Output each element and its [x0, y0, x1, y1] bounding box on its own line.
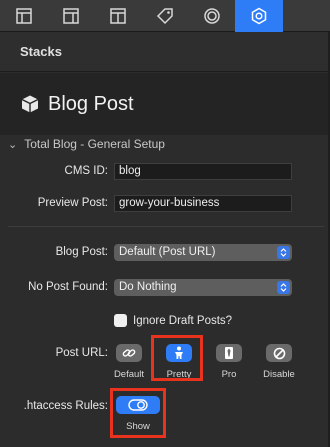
tab-layout-split[interactable]	[94, 0, 141, 32]
layout-columns-icon	[62, 8, 79, 24]
tab-circle[interactable]	[188, 0, 235, 32]
tag-icon	[156, 8, 173, 25]
cube-icon	[21, 95, 39, 113]
post-url-option-pro[interactable]: Pro	[206, 344, 252, 380]
post-url-default-label: Default	[113, 369, 145, 380]
preview-post-label: Preview Post:	[37, 197, 108, 209]
no-post-found-select[interactable]: Do Nothing	[114, 279, 292, 296]
section-title: Total Blog - General Setup	[24, 137, 165, 151]
select-arrows-icon	[277, 281, 290, 294]
blog-post-label: Blog Post:	[55, 246, 108, 258]
section-header[interactable]: ⌄ Total Blog - General Setup	[0, 135, 328, 153]
no-post-found-label: No Post Found:	[28, 281, 108, 293]
post-url-option-disable[interactable]: Disable	[256, 344, 302, 380]
cms-id-label: CMS ID:	[64, 165, 108, 177]
stacks-header: Stacks	[0, 32, 330, 72]
prohibited-icon	[273, 347, 285, 359]
post-url-disable-label: Disable	[263, 369, 295, 380]
post-url-pro-button[interactable]	[216, 344, 242, 362]
cms-id-field[interactable]: blog	[114, 163, 292, 180]
select-arrows-icon	[277, 246, 290, 259]
htaccess-label: .htaccess Rules:	[23, 400, 108, 412]
circle-icon	[203, 8, 220, 24]
link-icon	[122, 349, 136, 357]
tab-tag[interactable]	[141, 0, 188, 32]
preview-post-field[interactable]: grow-your-business	[114, 195, 292, 212]
inspector-tab-bar	[0, 0, 330, 32]
gear-icon	[251, 7, 267, 25]
tab-layout-columns[interactable]	[47, 0, 94, 32]
stacks-header-title: Stacks	[20, 44, 62, 59]
ignore-drafts-row[interactable]: Ignore Draft Posts?	[114, 314, 232, 327]
post-url-option-default[interactable]: Default	[106, 344, 152, 380]
blog-post-select[interactable]: Default (Post URL)	[114, 244, 292, 261]
chevron-down-icon[interactable]: ⌄	[8, 138, 17, 151]
post-url-disable-button[interactable]	[266, 344, 292, 362]
post-url-default-button[interactable]	[116, 344, 142, 362]
no-post-found-select-value: Do Nothing	[119, 281, 177, 293]
ignore-drafts-checkbox[interactable]	[114, 314, 127, 327]
blog-post-select-value: Default (Post URL)	[119, 246, 216, 258]
tab-layout[interactable]	[0, 0, 47, 32]
post-url-pro-label: Pro	[221, 369, 237, 380]
stack-title: Blog Post	[48, 92, 134, 115]
layout-split-icon	[109, 8, 126, 24]
highlight-box-pretty	[151, 335, 203, 381]
tab-settings[interactable]	[235, 0, 283, 32]
layout-icon	[15, 8, 32, 24]
tie-icon	[225, 347, 233, 359]
post-url-label: Post URL:	[55, 347, 108, 359]
divider	[8, 226, 324, 227]
highlight-box-htaccess	[110, 388, 166, 438]
ignore-drafts-label: Ignore Draft Posts?	[133, 314, 233, 327]
stack-title-block: Blog Post	[0, 73, 328, 135]
